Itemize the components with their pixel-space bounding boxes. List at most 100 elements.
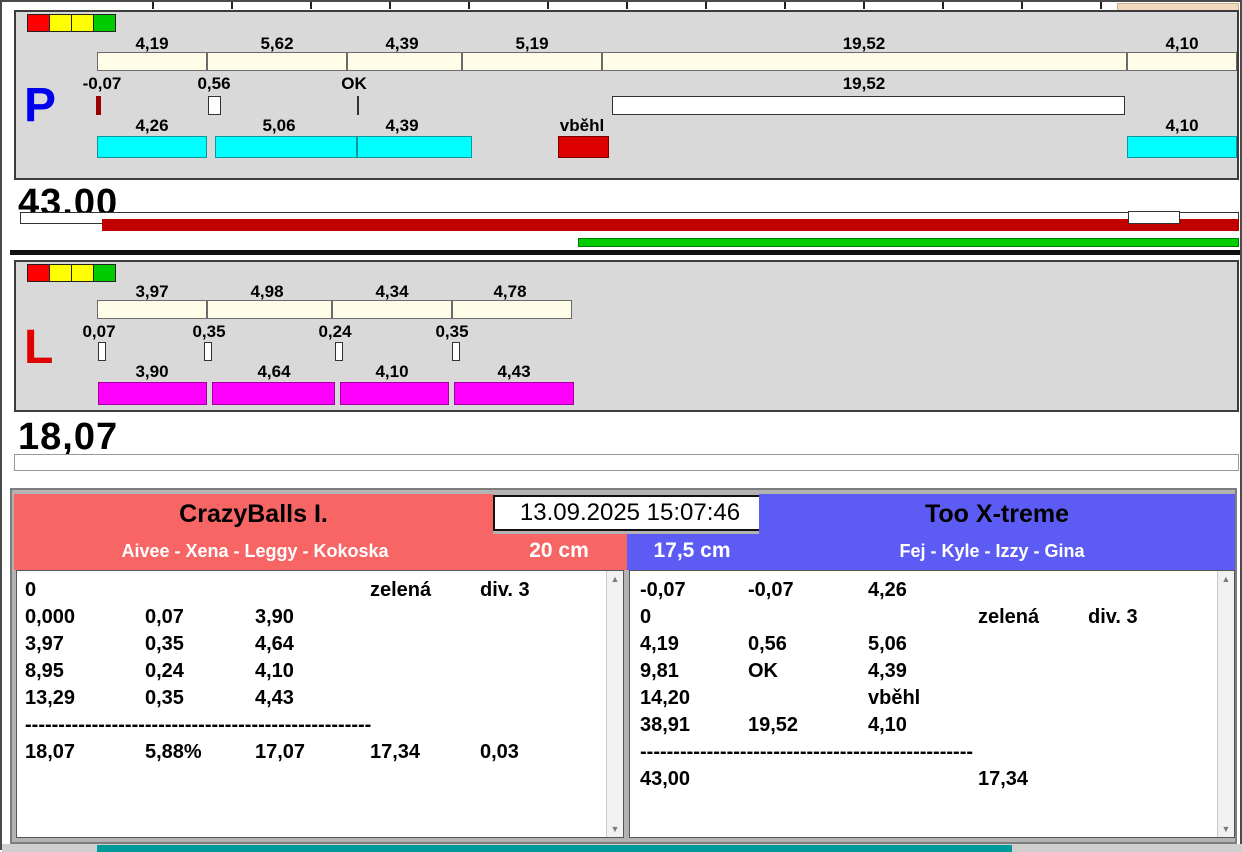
panel-l-lane: 3,97 4,98 4,34 4,78 0,07 0,35 0,24 0,35 …: [14, 260, 1239, 412]
right-results-table: -0,07 -0,07 4,26 0 zelená div. 3 4,19 0,56 5,06 9…: [630, 579, 1217, 837]
table-cell: 5,06: [868, 633, 907, 655]
table-cell: 8,95: [25, 660, 64, 682]
p-split-label: 5,62: [260, 34, 294, 53]
l-cross-label: 0,35: [192, 322, 226, 341]
table-cell: 9,81: [640, 660, 679, 682]
l-split-label: 4,34: [375, 282, 409, 301]
p-run-bar-white: [612, 96, 1125, 115]
l-cross-label: 0,24: [318, 322, 352, 341]
light-green-icon: [93, 264, 116, 282]
p-cross-label: OK: [341, 74, 367, 93]
right-results-panel: -0,07 -0,07 4,26 0 zelená div. 3 4,19 0,56 5,06 9…: [629, 570, 1235, 838]
table-row: 0 zelená div. 3: [630, 606, 1217, 633]
table-cell: vběhl: [868, 687, 921, 709]
l-cross-box: [204, 342, 212, 361]
table-row: 0 zelená div. 3: [17, 579, 606, 606]
table-row: 14,20 vběhl: [630, 687, 1217, 714]
l-run-label: 4,64: [257, 362, 291, 381]
p-run-label: 4,39: [385, 116, 419, 135]
l-track-segment: [207, 300, 332, 319]
table-cell: 4,26: [868, 579, 907, 601]
l-run-bar: [340, 382, 449, 405]
table-cell: 0: [640, 606, 652, 628]
timestamp: 13.09.2025 15:07:46: [493, 495, 767, 531]
table-cell: 19,52: [748, 714, 799, 736]
p-track-segment: [462, 52, 602, 71]
p-split-label: 4,39: [385, 34, 419, 53]
table-cell: div. 3: [1088, 606, 1138, 628]
l-track-segment: [452, 300, 572, 319]
table-row: 43,00 17,34: [630, 768, 1217, 795]
table-cell: 4,10: [868, 714, 907, 736]
table-cell: 3,90: [255, 606, 294, 628]
p-track-segment: [97, 52, 207, 71]
table-row: -0,07 -0,07 4,26: [630, 579, 1217, 606]
table-cell: 4,64: [255, 633, 294, 655]
p-progress-green-bar: [578, 238, 1239, 247]
scroll-down-icon[interactable]: ▼: [607, 821, 623, 837]
top-ruler-ticks: [152, 2, 1117, 9]
l-run-label: 4,10: [375, 362, 409, 381]
p-cross-tick: [96, 96, 101, 115]
table-cell: 0,000: [25, 606, 76, 628]
l-cross-label: 0,35: [435, 322, 469, 341]
l-split-label: 4,78: [493, 282, 527, 301]
l-total-time: 18,07: [18, 416, 119, 458]
lane-letter-p: P: [24, 79, 57, 132]
light-red-icon: [27, 264, 50, 282]
table-cell: -0,07: [640, 579, 686, 601]
p-cross-label: 0,56: [197, 74, 231, 93]
scroll-up-icon[interactable]: ▲: [1218, 571, 1234, 587]
l-cross-box: [335, 342, 343, 361]
light-yellow2-icon: [71, 264, 94, 282]
p-run-label: 4,10: [1165, 116, 1199, 135]
scroll-down-icon[interactable]: ▼: [1218, 821, 1234, 837]
l-run-label: 4,43: [497, 362, 531, 381]
scoreboard: CrazyBalls I. 13.09.2025 15:07:46 Too X-…: [10, 488, 1237, 844]
p-track-segment: [1127, 52, 1237, 71]
table-cell: 14,20: [640, 687, 691, 709]
table-row: 4,19 0,56 5,06: [630, 633, 1217, 660]
p-split-label: 19,52: [842, 34, 886, 53]
p-run-label: vběhl: [559, 116, 605, 135]
p-track-segment: [602, 52, 1127, 71]
team-right-height: 17,5 cm: [653, 539, 731, 562]
p-run-bar: [215, 136, 357, 158]
table-cell: 0,56: [748, 633, 787, 655]
team-right-subheader: 17,5 cm Fej - Kyle - Izzy - Gina: [627, 534, 1235, 570]
table-cell: zelená: [370, 579, 432, 601]
light-yellow-icon: [49, 264, 72, 282]
table-row: 9,81 OK 4,39: [630, 660, 1217, 687]
left-table-scrollbar[interactable]: ▲ ▼: [606, 571, 623, 837]
l-run-bar: [454, 382, 574, 405]
team-left-name: CrazyBalls I.: [179, 500, 328, 528]
p-run-label: 4,26: [135, 116, 169, 135]
light-red-icon: [27, 14, 50, 32]
p-progress-red-bar: [102, 219, 1239, 231]
table-cell: 0,07: [145, 606, 184, 628]
l-run-label: 3,90: [135, 362, 169, 381]
left-results-table: 0 zelená div. 3 0,000 0,07 3,90 3,97 0,35 4,64 8,…: [17, 579, 606, 837]
table-cell: 0,24: [145, 660, 184, 682]
table-row: ----------------------------------------…: [630, 741, 1217, 768]
table-cell: 17,34: [370, 741, 421, 763]
l-run-bar: [212, 382, 335, 405]
p-split-label: 5,19: [515, 34, 549, 53]
right-table-scrollbar[interactable]: ▲ ▼: [1217, 571, 1234, 837]
lane-divider: [10, 250, 1240, 255]
p-run-label: 5,06: [262, 116, 296, 135]
p-cross-label: -0,07: [82, 74, 122, 93]
table-cell: ----------------------------------------…: [640, 741, 974, 763]
team-left-header: CrazyBalls I.: [14, 494, 493, 534]
start-lights-l: [27, 264, 121, 284]
table-cell: -0,07: [748, 579, 794, 601]
lane-letter-l: L: [24, 321, 54, 374]
table-cell: OK: [748, 660, 778, 682]
table-row: 18,07 5,88% 17,07 17,34 0,03: [17, 741, 606, 768]
l-cross-box: [98, 342, 106, 361]
scroll-up-icon[interactable]: ▲: [607, 571, 623, 587]
table-cell: 4,19: [640, 633, 679, 655]
team-right-name: Too X-treme: [925, 500, 1069, 528]
p-run-bar: [97, 136, 207, 158]
table-cell: 0,35: [145, 687, 184, 709]
